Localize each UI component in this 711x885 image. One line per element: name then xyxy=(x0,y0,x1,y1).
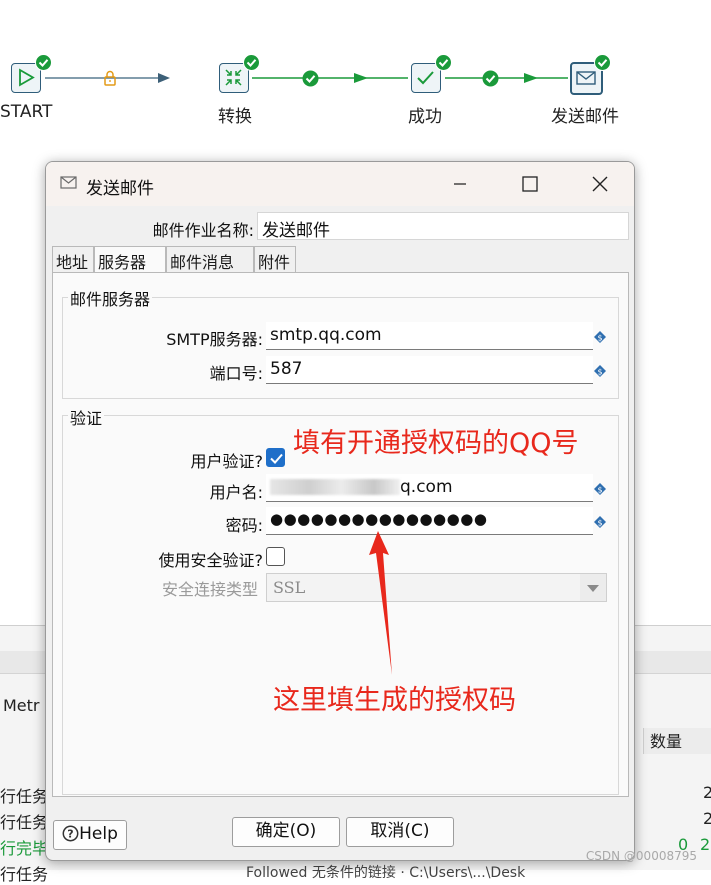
watermark: CSDN @00008795 xyxy=(585,849,697,863)
conn-type-value: SSL xyxy=(273,578,306,597)
variable-icon[interactable]: $ xyxy=(594,331,606,343)
secure-auth-checkbox[interactable] xyxy=(266,547,285,566)
close-icon xyxy=(592,176,608,192)
minimize-button[interactable] xyxy=(440,170,480,198)
variable-icon[interactable]: $ xyxy=(594,483,606,495)
tab-strip: 地址 服务器 邮件消息 附件 xyxy=(52,246,630,273)
conn-type-select[interactable]: SSL xyxy=(266,573,607,602)
node-label: 发送邮件 xyxy=(551,107,619,127)
log-row-text: 行任务 xyxy=(0,865,49,884)
column-header-count[interactable]: 数量 xyxy=(643,728,711,754)
variable-icon[interactable]: $ xyxy=(594,365,606,377)
port-label: 端口号: xyxy=(209,364,263,383)
hop-ok-icon xyxy=(302,70,319,87)
count-cell: 2 xyxy=(700,835,711,854)
annotation-qq-hint: 填有开通授权码的QQ号 xyxy=(293,428,579,459)
chevron-down-icon[interactable] xyxy=(580,574,606,601)
mail-icon xyxy=(60,176,77,189)
log-row-text: 行任务 xyxy=(0,813,49,832)
close-button[interactable] xyxy=(580,170,620,198)
svg-text:?: ? xyxy=(67,828,73,841)
username-domain: q.com xyxy=(400,477,453,497)
tab-attachments[interactable]: 附件 xyxy=(254,246,296,272)
job-name-label: 邮件作业名称: xyxy=(152,221,254,240)
group-title: 邮件服务器 xyxy=(68,286,153,310)
user-auth-checkbox[interactable] xyxy=(266,448,285,467)
ok-button[interactable]: 确定(O) xyxy=(232,817,340,847)
svg-text:$: $ xyxy=(597,368,602,377)
job-name-input[interactable]: 发送邮件 xyxy=(257,212,629,240)
hop-ok-icon xyxy=(482,70,499,87)
smtp-server-label: SMTP服务器: xyxy=(166,330,263,349)
svg-text:$: $ xyxy=(597,486,602,495)
node-success-icon xyxy=(35,54,52,71)
auth-group xyxy=(62,415,619,795)
tab-server[interactable]: 服务器 xyxy=(94,246,166,273)
annotation-code-hint: 这里填生成的授权码 xyxy=(273,685,516,716)
smtp-server-input[interactable]: smtp.qq.com xyxy=(266,322,593,350)
help-icon: ? xyxy=(62,825,79,842)
node-success-icon xyxy=(435,54,452,71)
secure-auth-label: 使用安全验证? xyxy=(158,551,264,570)
log-row-detail: Followed 无条件的链接 · C:\Users\...\Desk xyxy=(246,865,526,881)
username-input[interactable]: q.com xyxy=(266,474,593,502)
cancel-button[interactable]: 取消(C) xyxy=(346,817,454,847)
tab-message[interactable]: 邮件消息 xyxy=(166,246,254,272)
variable-icon[interactable]: $ xyxy=(594,516,606,528)
group-title: 验证 xyxy=(68,405,105,429)
log-row-text: 行完毕 xyxy=(0,839,49,858)
port-input[interactable]: 587 xyxy=(266,356,593,384)
log-row-text: 行任务 xyxy=(0,787,49,806)
dialog-title: 发送邮件 xyxy=(86,179,154,199)
help-button[interactable]: ? Help xyxy=(53,820,127,850)
node-label: 转换 xyxy=(218,107,252,127)
maximize-button[interactable] xyxy=(510,170,550,198)
redacted-text xyxy=(270,479,400,495)
node-success-icon xyxy=(594,54,611,71)
conn-type-label: 安全连接类型 xyxy=(161,580,258,599)
user-auth-label: 用户验证? xyxy=(190,452,264,471)
help-label: Help xyxy=(79,824,118,844)
svg-text:$: $ xyxy=(597,334,602,343)
maximize-icon xyxy=(522,176,538,192)
dialog-titlebar[interactable]: 发送邮件 xyxy=(46,162,634,206)
node-success-icon xyxy=(243,54,260,71)
count-cell: 2 xyxy=(703,809,711,828)
count-cell: 2 xyxy=(703,783,711,802)
lock-icon xyxy=(104,70,116,86)
svg-text:$: $ xyxy=(597,519,602,528)
username-label: 用户名: xyxy=(209,483,263,502)
minimize-icon xyxy=(454,183,466,185)
node-label: START xyxy=(0,102,53,122)
node-label: 成功 xyxy=(408,107,442,127)
password-input[interactable]: ●●●●●●●●●●●●●●●● xyxy=(266,507,593,535)
metrics-tab[interactable]: Metr xyxy=(3,696,40,715)
annotation-arrow xyxy=(369,531,392,675)
server-tab-panel: 邮件服务器 SMTP服务器: smtp.qq.com $ 端口号: 587 $ … xyxy=(52,272,629,797)
send-mail-dialog: 发送邮件 邮件作业名称: 发送邮件 地址 服务器 邮件消息 附件 邮件服务器 S… xyxy=(45,161,635,861)
tab-address[interactable]: 地址 xyxy=(52,246,94,272)
password-label: 密码: xyxy=(225,516,263,535)
checkmark-icon xyxy=(270,453,283,464)
